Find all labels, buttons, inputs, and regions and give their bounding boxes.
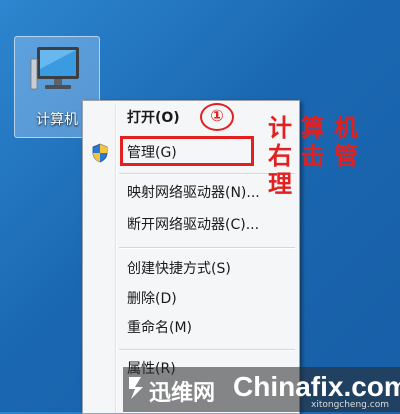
annotation-note-line-3: 理 <box>268 169 301 198</box>
computer-monitor-icon <box>30 47 79 90</box>
menu-gutter <box>115 103 117 413</box>
menu-item-create-shortcut[interactable]: 创建快捷方式(S) <box>127 257 231 281</box>
step-number-badge: ① <box>200 103 234 131</box>
menu-item-rename[interactable]: 重命名(M) <box>127 316 192 340</box>
menu-separator <box>119 247 295 249</box>
menu-item-disconnect-network-drive[interactable]: 断开网络驱动器(C)... <box>127 213 259 237</box>
menu-item-open[interactable]: 打开(O) <box>127 106 180 130</box>
watermark-logo-icon <box>129 377 143 399</box>
watermark-brand-right: Chinafix.com <box>233 371 400 402</box>
menu-item-delete[interactable]: 删除(D) <box>127 287 177 311</box>
watermark-bar: 迅维网 Chinafix.com xitongcheng.com <box>123 367 400 412</box>
uac-shield-icon <box>92 143 108 163</box>
watermark-domain: xitongcheng.com <box>311 400 389 410</box>
watermark-brand-left: 迅维网 <box>149 381 216 406</box>
manage-highlight-box <box>120 136 254 166</box>
menu-item-map-network-drive[interactable]: 映射网络驱动器(N)... <box>127 181 260 205</box>
menu-separator <box>119 349 295 351</box>
